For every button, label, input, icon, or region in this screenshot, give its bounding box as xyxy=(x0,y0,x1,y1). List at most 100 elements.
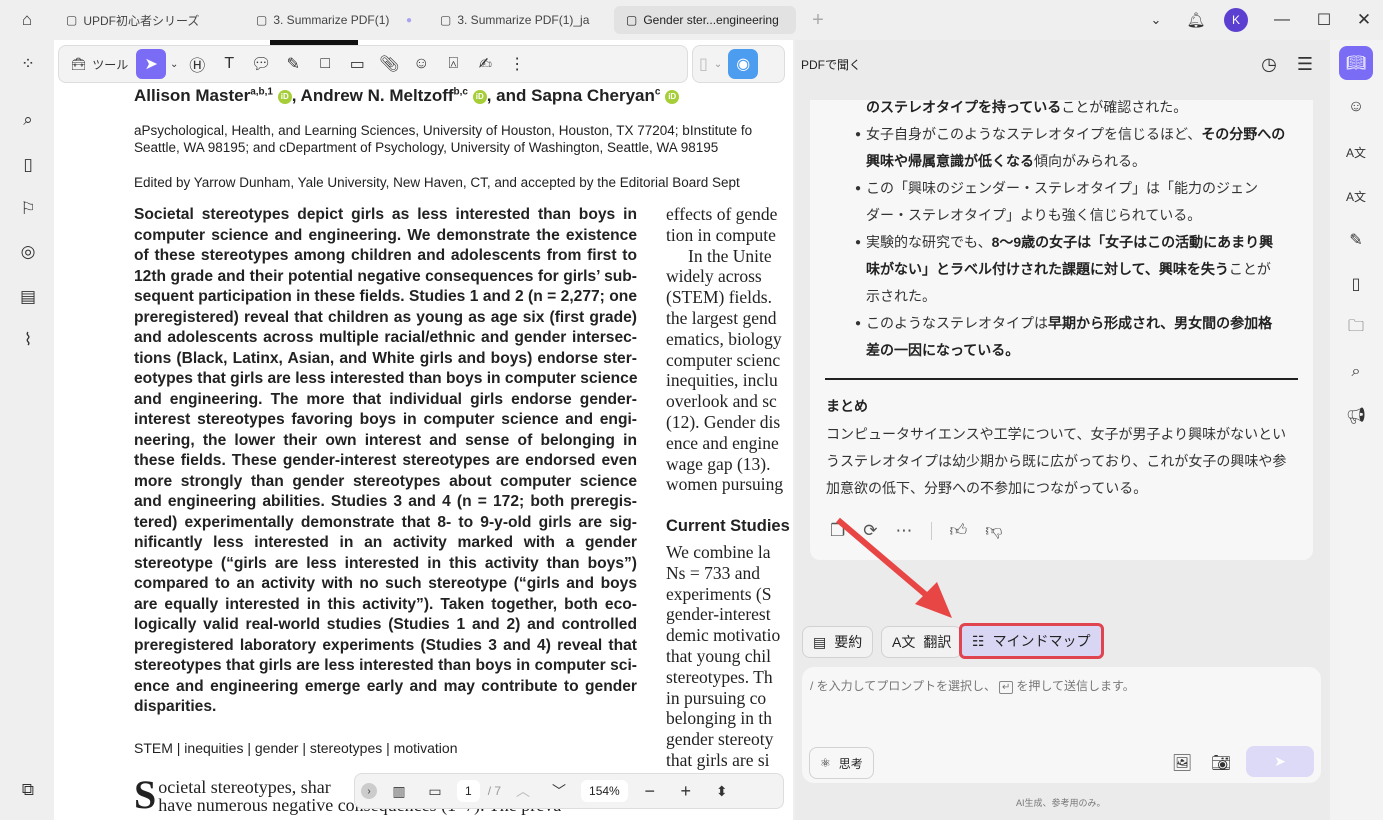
maximize-icon[interactable]: ☐ xyxy=(1312,8,1336,32)
bookmark-icon[interactable]: ⚐ xyxy=(14,195,42,223)
response-text: この「興味のジェンダー・ステレオタイプ」は「能力のジェン xyxy=(866,180,1258,196)
tab-summarize-1[interactable]: ▢ 3. Summarize PDF(1) ● xyxy=(244,6,422,34)
form-ai-icon[interactable]: ✎ xyxy=(1339,223,1373,257)
text-line: logically valid real-world studies (Stud… xyxy=(134,616,637,633)
more-icon[interactable]: ⋯ xyxy=(896,521,913,541)
page-thumbnails-icon[interactable]: ▯ xyxy=(14,151,42,179)
mindmap-button[interactable]: ☷ マインドマップ xyxy=(959,623,1104,659)
reader-icon[interactable]: ▯ xyxy=(1339,267,1373,301)
next-page-icon[interactable]: ﹀ xyxy=(545,777,573,805)
page-total: / 7 xyxy=(487,784,502,798)
copy-icon[interactable]: ❐ xyxy=(830,521,845,541)
bell-icon[interactable]: 🔔︎ xyxy=(1184,8,1208,32)
ocr-translate-icon[interactable]: A文 xyxy=(1339,179,1373,213)
thumbs-up-icon[interactable]: 👍︎ xyxy=(950,520,968,541)
regenerate-icon[interactable]: ⟳ xyxy=(863,521,877,541)
bullet-icon: ● xyxy=(855,129,862,140)
attach-icon[interactable]: 📎︎ xyxy=(374,49,404,79)
two-page-view-icon[interactable]: ▥ xyxy=(385,777,413,805)
page-number-input[interactable]: 1 xyxy=(457,780,480,802)
chevron-down-icon[interactable]: ⌄ xyxy=(168,49,180,79)
tools-button[interactable]: 🧰︎ ツール xyxy=(65,49,134,79)
text-line: demic motivatio xyxy=(666,625,781,646)
attachments-panel-icon[interactable]: ▤ xyxy=(14,283,42,311)
home-icon[interactable]: ⌂ xyxy=(14,8,40,32)
text-line: Societal stereotypes depict girls as les… xyxy=(134,206,637,223)
fit-page-icon[interactable]: ⬍ xyxy=(708,777,736,805)
text-line: that girls are si xyxy=(666,749,770,770)
chevron-down-icon[interactable]: ⌄ xyxy=(714,59,722,70)
tab-summarize-ja[interactable]: ▢ 3. Summarize PDF(1)_ja xyxy=(428,6,608,34)
translate-button[interactable]: A文 翻訳 xyxy=(881,626,963,658)
text-line: effects of gende xyxy=(666,204,778,224)
response-text: 差の一因になっている。 xyxy=(866,342,1020,358)
comment-tool-icon[interactable]: 💬︎ xyxy=(246,49,276,79)
history-icon[interactable]: ◷ xyxy=(1257,52,1281,76)
zoom-out-icon[interactable]: − xyxy=(636,777,664,805)
image-generate-icon[interactable]: 🖼︎ xyxy=(1170,751,1194,775)
signature-icon[interactable]: ✍︎ xyxy=(470,49,500,79)
search-icon[interactable]: ⌕ xyxy=(14,106,42,134)
translate-icon: A文 xyxy=(892,634,916,650)
measure-icon[interactable]: ▭ xyxy=(342,49,372,79)
zoom-in-icon[interactable]: + xyxy=(672,777,700,805)
keywords: STEM | inequities | gender | stereotypes… xyxy=(134,740,458,756)
select-tool-icon[interactable]: ➤ xyxy=(136,49,167,79)
tab-updf-series[interactable]: ▢ UPDF初心者シリーズ xyxy=(54,6,236,34)
settings-sliders-icon[interactable]: ☰ xyxy=(1293,52,1317,76)
response-line: のステレオタイプを持っていることが確認された。 xyxy=(866,94,1187,121)
ai-chat-face-icon[interactable]: ☺ xyxy=(1339,90,1373,124)
prompt-input[interactable]: / を入力してプロンプトを選択し、 ↵ を押して送信します。 ⚛ 思考 🖼︎ 📷︎ ➤ xyxy=(802,667,1321,783)
paperclip-icon[interactable]: ⌇ xyxy=(14,326,42,354)
text-tool-icon[interactable]: T xyxy=(214,49,244,79)
ai-assistant-icon[interactable]: ◉ xyxy=(728,49,759,79)
more-tools-icon[interactable]: ⋮ xyxy=(502,49,532,79)
minimize-icon[interactable]: — xyxy=(1270,8,1294,32)
zoom-level[interactable]: 154% xyxy=(581,780,628,802)
pen-icon[interactable]: ✎ xyxy=(278,49,308,79)
comment-icon: ▢ xyxy=(626,13,638,27)
expand-icon[interactable]: › xyxy=(361,783,377,799)
response-line: 興味や帰属意識が低くなる傾向がみられる。 xyxy=(866,148,1146,175)
new-tab-icon[interactable]: + xyxy=(808,8,828,32)
translate-icon[interactable]: A文 xyxy=(1339,135,1373,169)
close-icon[interactable]: ✕ xyxy=(1352,8,1376,32)
send-button[interactable]: ➤ xyxy=(1246,746,1314,777)
text-line: nificantly less interested in an activit… xyxy=(134,534,637,551)
sticker-icon[interactable]: ☺ xyxy=(406,49,436,79)
comment-icon: ▢ xyxy=(256,13,268,27)
chevron-down-icon[interactable]: ⌄ xyxy=(1146,8,1166,32)
stamp-icon[interactable]: ⍓ xyxy=(438,49,468,79)
comment-icon: ▢ xyxy=(440,13,452,27)
think-button[interactable]: ⚛ 思考 xyxy=(809,747,874,779)
screenshot-icon[interactable]: 📷︎ xyxy=(1209,751,1233,775)
response-text: ことが xyxy=(1228,261,1271,277)
comments-icon[interactable]: ◎ xyxy=(14,238,42,266)
previous-page-icon[interactable]: ︿ xyxy=(509,777,537,805)
panel-title: PDFで聞く xyxy=(801,58,862,72)
heading-text-icon[interactable]: Ⓗ xyxy=(182,49,212,79)
bullet-icon: ● xyxy=(855,318,862,329)
think-label: 思考 xyxy=(838,756,863,771)
text-line: (12). Gender dis xyxy=(666,411,781,432)
tab-gender-stereotypes[interactable]: ▢ Gender ster...engineering xyxy=(614,6,796,34)
text-line: inequities, inclu xyxy=(666,370,778,391)
presentation-icon[interactable]: ▭ xyxy=(421,777,449,805)
atom-icon: ⚛ xyxy=(820,756,831,770)
text-line: interest stereotypes favoring boys in co… xyxy=(134,411,637,428)
megaphone-icon[interactable]: 📢︎ xyxy=(1339,399,1373,433)
ai-book-icon[interactable]: 📖︎ xyxy=(1339,46,1373,80)
folder-ai-icon[interactable]: 🗀 xyxy=(1339,311,1373,345)
text-line: (STEM) fields. xyxy=(666,287,772,308)
apps-grid-icon[interactable]: ⁘ xyxy=(14,50,42,78)
page-navigation-bar: › ▥ ▭ 1 / 7 ︿ ﹀ 154% − + ⬍ xyxy=(354,773,784,809)
layers-icon[interactable]: ⧉ xyxy=(14,776,42,804)
rectangle-icon[interactable]: □ xyxy=(310,49,340,79)
search-scan-icon[interactable]: ⌕ xyxy=(1339,355,1373,389)
thumbs-down-icon[interactable]: 👎︎ xyxy=(985,520,1002,541)
save-icon[interactable]: ▯ xyxy=(699,54,708,74)
text-line: ematics, biology xyxy=(666,328,782,349)
avatar[interactable]: K xyxy=(1224,8,1248,32)
bullet-icon: ● xyxy=(855,183,862,194)
summarize-button[interactable]: ▤ 要約 xyxy=(802,626,874,658)
